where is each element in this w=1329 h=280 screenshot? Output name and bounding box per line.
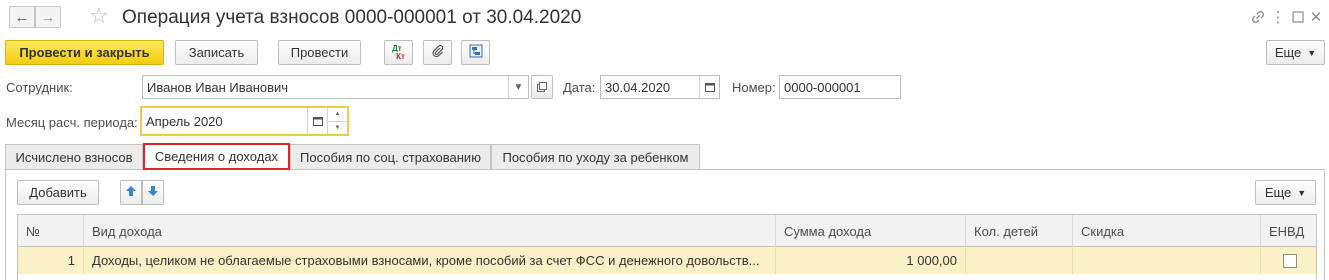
post-label: Провести [290, 45, 349, 60]
date-value: 30.04.2020 [605, 79, 671, 95]
income-table: № Вид дохода Сумма дохода Кол. детей Ски… [17, 214, 1317, 280]
forward-button[interactable]: → [35, 6, 61, 28]
cell-income-type: Доходы, целиком не облагаемые страховыми… [84, 247, 776, 274]
tab-label: Пособия по соц. страхованию [300, 149, 481, 165]
date-field[interactable]: 30.04.2020 [600, 75, 720, 99]
tab-label: Исчислено взносов [15, 149, 133, 165]
spin-up-icon[interactable]: ▲ [328, 108, 347, 122]
paperclip-icon [431, 44, 445, 61]
calendar-icon[interactable] [699, 76, 719, 98]
more-label: Еще [1274, 45, 1302, 60]
number-field[interactable]: 0000-000001 [779, 75, 901, 99]
employee-label: Сотрудник: [6, 80, 73, 95]
post-and-close-label: Провести и закрыть [19, 45, 150, 60]
tab-social-insurance-benefits[interactable]: Пособия по соц. страхованию [290, 144, 491, 170]
calendar-icon[interactable] [307, 108, 327, 134]
cell-number: 1 [18, 247, 84, 274]
number-value: 0000-000001 [784, 79, 861, 95]
star-icon[interactable]: ☆ [89, 4, 109, 28]
table-more-label: Еще [1264, 185, 1292, 200]
structure-button[interactable] [461, 40, 490, 65]
tab-income-info[interactable]: Сведения о доходах [143, 143, 290, 170]
open-employee-button[interactable] [531, 75, 553, 99]
hierarchy-icon [469, 44, 483, 61]
document-title: Операция учета взносов 0000-000001 от 30… [122, 7, 582, 28]
date-label: Дата: [563, 80, 596, 95]
chevron-down-icon[interactable]: ▼ [508, 76, 528, 98]
column-header-children[interactable]: Кол. детей [966, 215, 1073, 247]
link-icon[interactable] [1248, 7, 1268, 27]
dtkt-icon: Дт Кт [392, 44, 405, 61]
attach-button[interactable] [423, 40, 452, 65]
table-header: № Вид дохода Сумма дохода Кол. детей Ски… [18, 215, 1316, 247]
period-field[interactable]: Апрель 2020 ▲ ▼ [140, 106, 349, 136]
post-and-close-button[interactable]: Провести и закрыть [5, 40, 164, 65]
maximize-icon[interactable] [1288, 7, 1308, 27]
arrow-down-icon [147, 185, 159, 200]
dtkt-button[interactable]: Дт Кт [384, 40, 413, 65]
move-up-button[interactable] [120, 180, 142, 205]
number-label: Номер: [732, 80, 776, 95]
arrow-up-icon [125, 185, 137, 200]
move-down-button[interactable] [142, 180, 164, 205]
tab-calculated-contributions[interactable]: Исчислено взносов [5, 144, 143, 170]
envd-checkbox[interactable] [1282, 253, 1297, 268]
post-button[interactable]: Провести [278, 40, 361, 65]
more-button[interactable]: Еще ▼ [1266, 40, 1325, 65]
tab-childcare-benefits[interactable]: Пособия по уходу за ребенком [491, 144, 700, 170]
arrow-left-icon: ← [14, 8, 30, 26]
back-button[interactable]: ← [9, 6, 35, 28]
table-row[interactable]: 1 Доходы, целиком не облагаемые страховы… [18, 247, 1316, 274]
save-button[interactable]: Записать [175, 40, 258, 65]
column-header-income-type[interactable]: Вид дохода [84, 215, 776, 247]
tab-bar: Исчислено взносов Сведения о доходах Пос… [5, 143, 1325, 170]
column-header-envd[interactable]: ЕНВД [1261, 215, 1318, 247]
tab-label: Сведения о доходах [154, 149, 279, 164]
period-spinner[interactable]: ▲ ▼ [327, 108, 347, 134]
spin-down-icon[interactable]: ▼ [328, 122, 347, 135]
cell-discount [1073, 247, 1261, 274]
column-header-number[interactable]: № [18, 215, 84, 247]
close-icon[interactable]: ✕ [1306, 7, 1326, 27]
chevron-down-icon: ▼ [1307, 47, 1317, 58]
arrow-right-icon: → [40, 8, 56, 26]
employee-field[interactable]: Иванов Иван Иванович ▼ [142, 75, 529, 99]
chevron-down-icon: ▼ [1297, 187, 1307, 198]
period-label: Месяц расч. периода: [6, 115, 138, 130]
more-vertical-icon[interactable]: ⋮ [1268, 7, 1288, 27]
save-label: Записать [188, 45, 245, 60]
column-header-amount[interactable]: Сумма дохода [776, 215, 966, 247]
employee-value: Иванов Иван Иванович [147, 79, 289, 95]
table-more-button[interactable]: Еще ▼ [1255, 180, 1316, 205]
title-bar: ← → ☆ Операция учета взносов 0000-000001… [0, 0, 1329, 36]
cell-amount: 1 000,00 [776, 247, 966, 274]
column-header-discount[interactable]: Скидка [1073, 215, 1261, 247]
add-button[interactable]: Добавить [17, 180, 99, 205]
period-value: Апрель 2020 [146, 113, 223, 129]
open-icon [537, 80, 547, 95]
tab-label: Пособия по уходу за ребенком [502, 149, 689, 165]
dtkt-bottom-label: Кт [396, 51, 405, 61]
cell-children [966, 247, 1073, 274]
cell-envd [1261, 247, 1318, 274]
add-label: Добавить [29, 185, 87, 200]
